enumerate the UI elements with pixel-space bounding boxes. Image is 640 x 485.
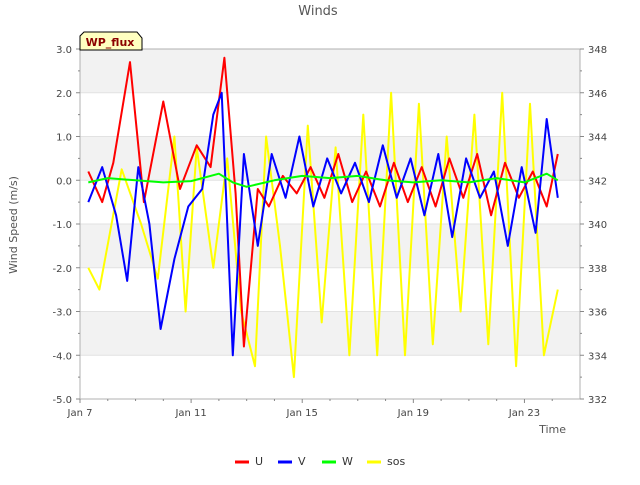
x-tick-label: Jan 7 bbox=[67, 408, 93, 419]
y-tick-label: -1.0 bbox=[52, 220, 72, 231]
y2-tick-label: 340 bbox=[588, 220, 607, 231]
legend-label-v: V bbox=[298, 455, 306, 468]
y2-tick-label: 334 bbox=[588, 351, 607, 362]
y-tick-label: 1.0 bbox=[56, 133, 72, 144]
y-axis-label: Wind Speed (m/s) bbox=[7, 176, 20, 274]
y2-tick-label: 338 bbox=[588, 264, 607, 275]
y2-tick-label: 336 bbox=[588, 308, 607, 319]
x-tick-label: Jan 15 bbox=[286, 408, 318, 419]
winds-chart: 3.02.01.00.0-1.0-2.0-3.0-4.0-5.0 3483463… bbox=[7, 4, 607, 468]
y-axis-ticks: 3.0 2.0 1.0 0.0 -1.0 -2.0 -3.0 -4.0 -5.0 bbox=[52, 45, 80, 406]
y-tick-label: 3.0 bbox=[56, 45, 72, 56]
background-bands bbox=[80, 49, 580, 356]
y2-tick-label: 332 bbox=[588, 395, 607, 406]
badge-label: WP_flux bbox=[86, 36, 135, 49]
x-tick-label: Jan 23 bbox=[508, 408, 540, 419]
y-tick-label: 0.0 bbox=[56, 176, 72, 187]
x-tick-label: Jan 19 bbox=[397, 408, 429, 419]
y2-tick-label: 344 bbox=[588, 133, 607, 144]
y-tick-label: 2.0 bbox=[56, 89, 72, 100]
chart-title: Winds bbox=[298, 4, 338, 19]
x-axis-ticks: Jan 7 Jan 11 Jan 15 Jan 19 Jan 23 bbox=[67, 399, 553, 419]
y2-tick-label: 348 bbox=[588, 45, 607, 56]
grid-band bbox=[80, 49, 580, 93]
grid-band bbox=[80, 311, 580, 356]
y-tick-label: -3.0 bbox=[52, 308, 72, 319]
y-tick-label: -4.0 bbox=[52, 351, 72, 362]
y-tick-label: -5.0 bbox=[52, 395, 72, 406]
y2-tick-label: 342 bbox=[588, 176, 607, 187]
legend-label-w: W bbox=[342, 455, 353, 468]
wp-flux-badge: WP_flux bbox=[79, 31, 143, 51]
legend-label-u: U bbox=[255, 455, 263, 468]
legend: U V Wsos bbox=[235, 455, 405, 468]
y2-tick-label: 346 bbox=[588, 89, 607, 100]
y-tick-label: -2.0 bbox=[52, 264, 72, 275]
x-tick-label: Jan 11 bbox=[174, 408, 206, 419]
x-axis-label: Time bbox=[538, 423, 566, 436]
y2-axis-ticks: 348 346 344 342 340 338 336 334 332 bbox=[580, 45, 607, 406]
legend-label-sos: sos bbox=[387, 455, 405, 468]
